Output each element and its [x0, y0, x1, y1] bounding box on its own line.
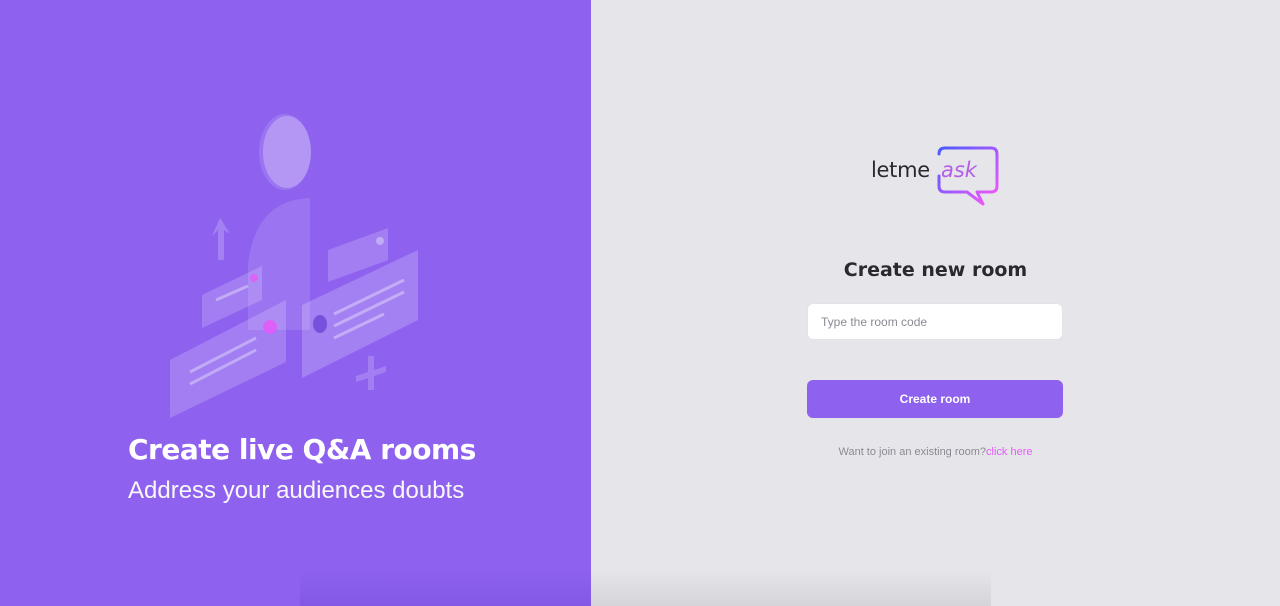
qa-illustration	[170, 114, 418, 418]
main-shadow	[591, 570, 991, 606]
create-room-button[interactable]: Create room	[807, 380, 1063, 418]
aside-shadow	[300, 570, 591, 606]
logo-text-letme: letme	[871, 158, 930, 182]
main-panel: letme ask Create new room Create room Wa…	[591, 0, 1280, 606]
logo-text-ask: ask	[941, 158, 977, 182]
aside-subtitle: Address your audiences doubts	[128, 477, 465, 504]
join-room-prompt: Want to join an existing room?click here	[591, 446, 1280, 458]
aside-title: Create live Q&A rooms	[128, 433, 476, 466]
join-room-link[interactable]: click here	[986, 446, 1032, 458]
letmeask-logo: letme ask	[871, 146, 1001, 208]
aside-panel: Create live Q&A rooms Address your audie…	[0, 0, 591, 606]
join-prompt-text: Want to join an existing room?	[838, 446, 987, 458]
room-code-input[interactable]	[807, 303, 1063, 340]
page-title: Create new room	[843, 259, 1028, 281]
